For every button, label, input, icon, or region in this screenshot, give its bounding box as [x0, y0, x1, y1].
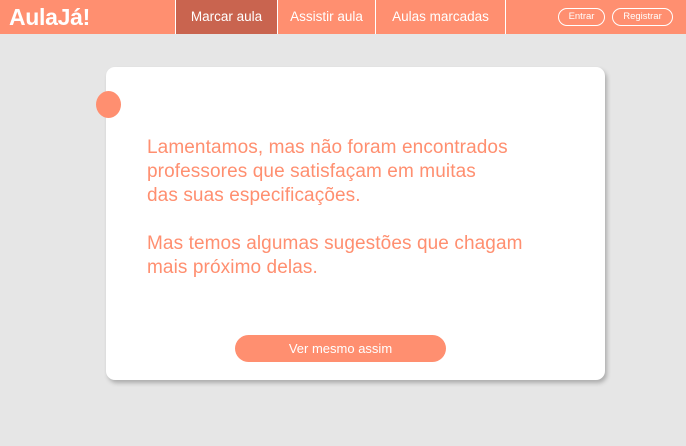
tab-marcar-aula[interactable]: Marcar aula: [175, 0, 277, 34]
message-card: [106, 67, 605, 380]
tab-assistir-aula[interactable]: Assistir aula: [277, 0, 375, 34]
app-logo[interactable]: AulaJá!: [9, 4, 90, 31]
suggestions-message: Mas temos algumas sugestões que chagam m…: [147, 233, 523, 278]
login-button[interactable]: Entrar: [558, 8, 605, 26]
top-nav-bar: AulaJá! Marcar aula Assistir aula Aulas …: [0, 0, 686, 34]
decorative-dot: [96, 91, 121, 118]
view-anyway-button[interactable]: Ver mesmo assim: [235, 335, 446, 362]
tab-aulas-marcadas[interactable]: Aulas marcadas: [375, 0, 506, 34]
no-results-message: Lamentamos, mas não foram encontrados pr…: [147, 137, 508, 206]
register-button[interactable]: Registrar: [612, 8, 673, 26]
